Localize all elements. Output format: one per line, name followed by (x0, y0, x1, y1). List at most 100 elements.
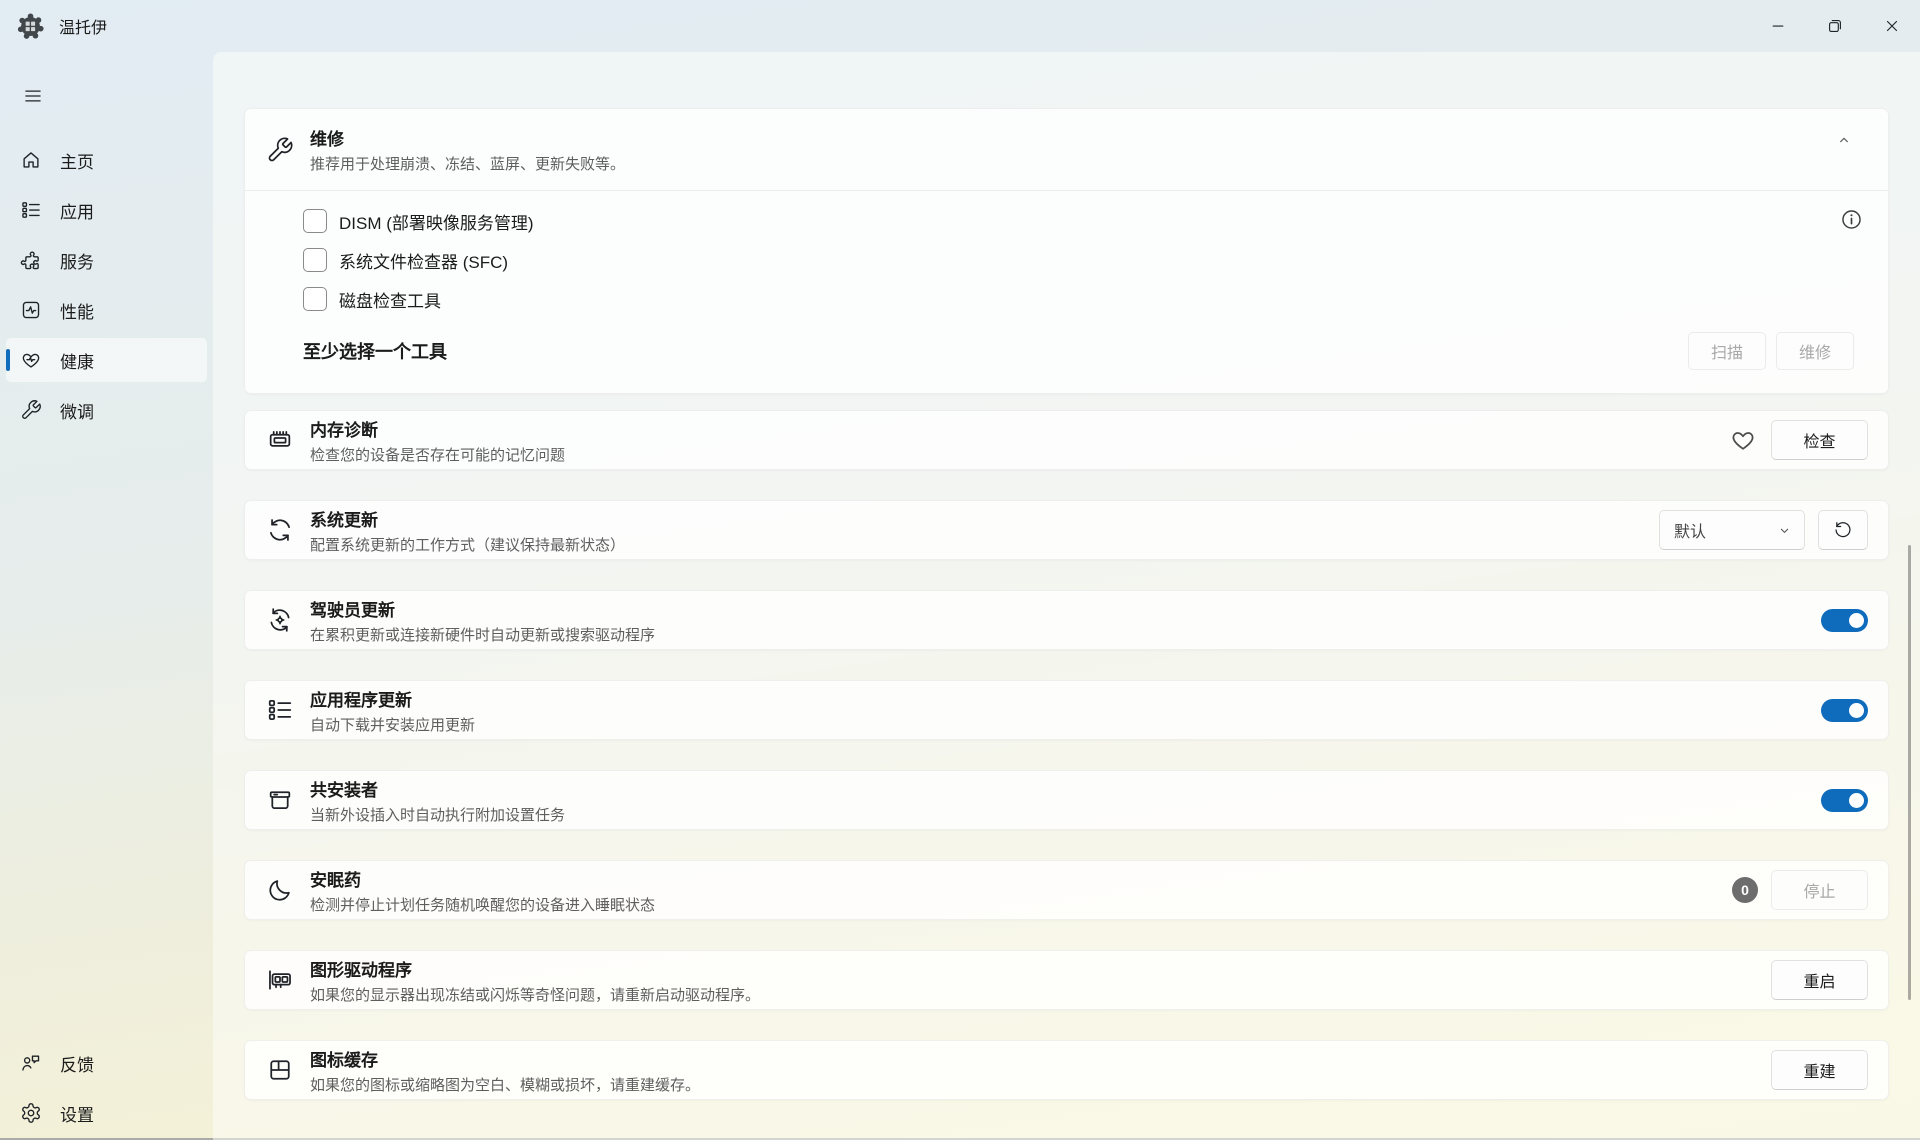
window-controls (1749, 0, 1920, 52)
checkbox-label: 磁盘检查工具 (339, 287, 441, 312)
moon-icon (265, 875, 295, 905)
tweaks-icon (19, 398, 43, 422)
sync-icon (265, 515, 295, 545)
restart-driver-button[interactable]: 重启 (1771, 960, 1868, 1000)
graphics-driver-row: 图形驱动程序 如果您的显示器出现冻结或闪烁等奇怪问题，请重新启动驱动程序。 重启 (244, 950, 1889, 1010)
restore-button[interactable] (1806, 0, 1863, 52)
memory-icon (265, 425, 295, 455)
chevron-up-icon (1836, 132, 1852, 148)
checkbox-dism[interactable]: DISM (部署映像服务管理) (303, 205, 534, 237)
scrollbar-thumb[interactable] (1908, 545, 1911, 1000)
sidebar-item-label: 健康 (60, 348, 94, 373)
row-subtitle: 自动下载并安装应用更新 (310, 714, 475, 735)
checkbox-chkdsk[interactable]: 磁盘检查工具 (303, 283, 441, 315)
checkbox-sfc[interactable]: 系统文件检查器 (SFC) (303, 244, 508, 276)
dropdown-value: 默认 (1674, 518, 1706, 542)
close-button[interactable] (1863, 0, 1920, 52)
health-page: 维修 推荐用于处理崩溃、冻结、蓝屏、更新失败等。 DISM (部署映像服务管理) (213, 52, 1920, 1140)
performance-icon (19, 298, 43, 322)
home-icon (19, 148, 43, 172)
scan-button[interactable]: 扫描 (1688, 332, 1766, 370)
minimize-icon (1769, 17, 1787, 35)
titlebar: 温托伊 (0, 0, 1920, 52)
row-title: 系统更新 (310, 506, 625, 531)
sidebar-item-health[interactable]: 健康 (6, 338, 207, 382)
system-update-row: 系统更新 配置系统更新的工作方式（建议保持最新状态） 默认 (244, 500, 1889, 560)
repair-hint: 至少选择一个工具 (303, 338, 447, 364)
feedback-icon (19, 1051, 43, 1075)
repair-expander-body: DISM (部署映像服务管理) 系统文件检查器 (SFC) 磁盘检查工具 (245, 191, 1888, 371)
health-icon (19, 348, 43, 372)
info-icon[interactable] (1839, 207, 1864, 232)
row-subtitle: 如果您的图标或缩略图为空白、模糊或损坏，请重建缓存。 (310, 1074, 700, 1095)
sidebar-item-label: 微调 (60, 398, 94, 423)
sidebar-item-performance[interactable]: 性能 (6, 288, 207, 332)
sidebar-item-settings[interactable]: 设置 (6, 1091, 207, 1135)
row-subtitle: 配置系统更新的工作方式（建议保持最新状态） (310, 534, 625, 555)
check-button[interactable]: 检查 (1771, 420, 1868, 460)
repair-subtitle: 推荐用于处理崩溃、冻结、蓝屏、更新失败等。 (310, 153, 625, 174)
row-title: 驾驶员更新 (310, 596, 655, 621)
row-subtitle: 如果您的显示器出现冻结或闪烁等奇怪问题，请重新启动驱动程序。 (310, 984, 760, 1005)
sidebar-item-apps[interactable]: 应用 (6, 188, 207, 232)
row-subtitle: 当新外设插入时自动执行附加设置任务 (310, 804, 565, 825)
sidebar-item-home[interactable]: 主页 (6, 138, 207, 182)
sidebar-item-tweaks[interactable]: 微调 (6, 388, 207, 432)
row-title: 共安装者 (310, 776, 565, 801)
restore-icon (1826, 17, 1844, 35)
reset-button[interactable] (1818, 510, 1868, 550)
rebuild-cache-button[interactable]: 重建 (1771, 1050, 1868, 1090)
row-title: 内存诊断 (310, 416, 565, 441)
sleep-blockers-row: 安眠药 检测并停止计划任务随机唤醒您的设备进入睡眠状态 0 停止 (244, 860, 1889, 920)
checkbox-label: DISM (部署映像服务管理) (339, 209, 534, 234)
repair-expander-header[interactable]: 维修 推荐用于处理崩溃、冻结、蓝屏、更新失败等。 (245, 109, 1888, 191)
row-title: 应用程序更新 (310, 686, 475, 711)
minimize-button[interactable] (1749, 0, 1806, 52)
sidebar-item-services[interactable]: 服务 (6, 238, 207, 282)
app-window: 温托伊 (0, 0, 1920, 1140)
coinstaller-icon (265, 785, 295, 815)
sidebar-item-label: 主页 (60, 148, 94, 173)
wake-task-count-badge: 0 (1732, 877, 1758, 903)
close-icon (1883, 17, 1901, 35)
checkbox-label: 系统文件检查器 (SFC) (339, 248, 508, 273)
sidebar-item-label: 反馈 (60, 1051, 94, 1076)
sidebar-item-label: 设置 (60, 1101, 94, 1126)
sidebar: 主页 应用 服务 (0, 52, 213, 1140)
repair-card: 维修 推荐用于处理崩溃、冻结、蓝屏、更新失败等。 DISM (部署映像服务管理) (244, 108, 1889, 394)
sidebar-nav: 主页 应用 服务 (6, 138, 207, 432)
gpu-icon (265, 965, 295, 995)
sidebar-item-label: 服务 (60, 248, 94, 273)
row-title: 图形驱动程序 (310, 956, 760, 981)
driver-updates-row: 驾驶员更新 在累积更新或连接新硬件时自动更新或搜索驱动程序 (244, 590, 1889, 650)
row-title: 图标缓存 (310, 1046, 700, 1071)
app-update-icon (265, 695, 295, 725)
wrench-icon (265, 135, 295, 165)
app-logo-icon (17, 13, 44, 40)
reset-icon (1833, 520, 1853, 540)
app-updates-toggle[interactable] (1821, 699, 1868, 722)
row-subtitle: 在累积更新或连接新硬件时自动更新或搜索驱动程序 (310, 624, 655, 645)
settings-icon (19, 1101, 43, 1125)
chevron-down-icon (1777, 523, 1792, 538)
app-title: 温托伊 (59, 14, 107, 38)
sidebar-item-feedback[interactable]: 反馈 (6, 1041, 207, 1085)
row-subtitle: 检测并停止计划任务随机唤醒您的设备进入睡眠状态 (310, 894, 655, 915)
driver-updates-toggle[interactable] (1821, 609, 1868, 632)
stop-button[interactable]: 停止 (1771, 870, 1868, 910)
sidebar-footer: 反馈 设置 (6, 1041, 207, 1140)
coinstallers-toggle[interactable] (1821, 789, 1868, 812)
row-subtitle: 检查您的设备是否存在可能的记忆问题 (310, 444, 565, 465)
row-title: 安眠药 (310, 866, 655, 891)
hamburger-icon (23, 86, 43, 106)
icon-cache-row: 图标缓存 如果您的图标或缩略图为空白、模糊或损坏，请重建缓存。 重建 (244, 1040, 1889, 1100)
apps-icon (19, 198, 43, 222)
heart-icon[interactable] (1728, 425, 1758, 455)
repair-button[interactable]: 维修 (1776, 332, 1854, 370)
icon-cache-icon (265, 1055, 295, 1085)
app-identity: 温托伊 (0, 13, 107, 40)
checkbox-box (303, 248, 327, 272)
nav-menu-button[interactable] (12, 78, 54, 114)
repair-title: 维修 (310, 125, 625, 150)
update-mode-dropdown[interactable]: 默认 (1659, 510, 1805, 550)
